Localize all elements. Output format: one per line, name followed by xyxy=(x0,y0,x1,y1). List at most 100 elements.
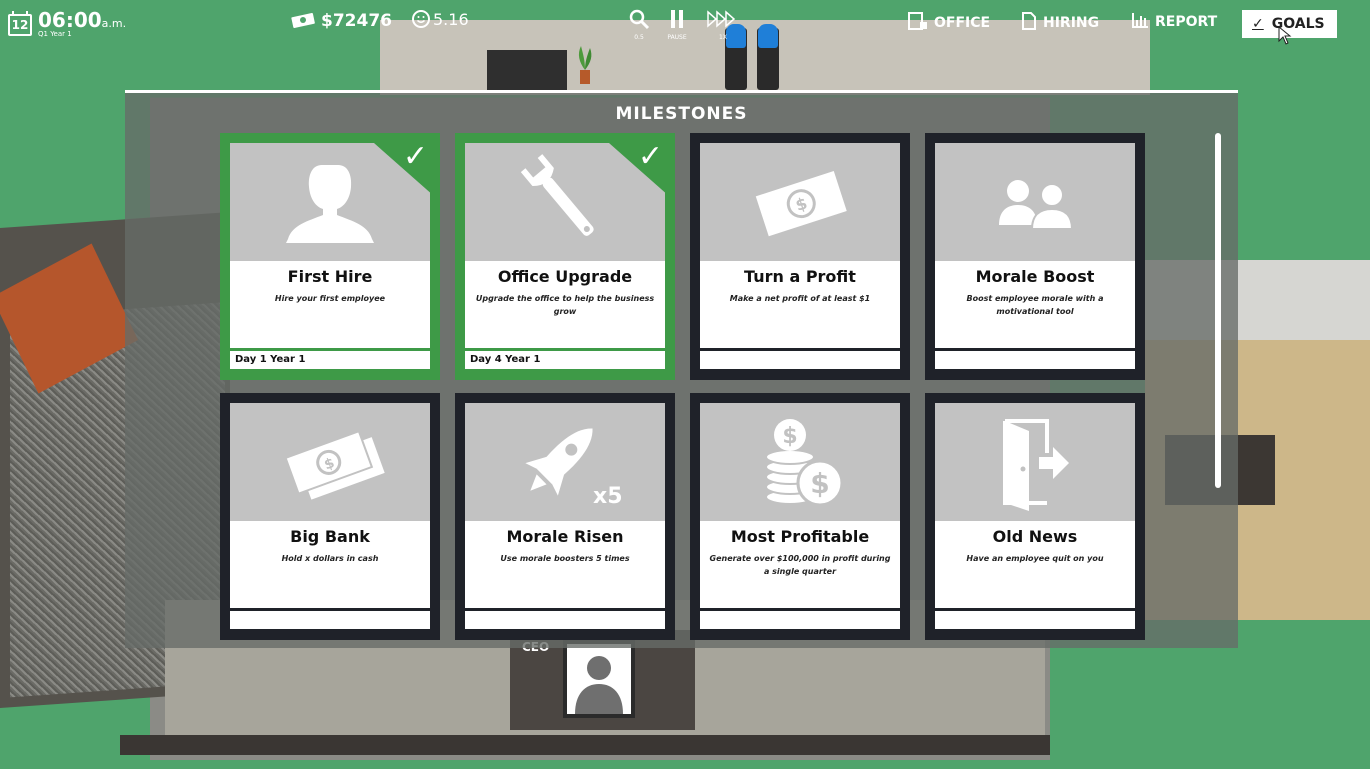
milestone-date xyxy=(935,611,1135,629)
pause-icon xyxy=(666,8,688,33)
milestone-date xyxy=(935,351,1135,369)
cash-display: $72476 xyxy=(290,11,392,31)
milestone-description: Generate over $100,000 in profit during … xyxy=(709,554,891,576)
scrollbar[interactable] xyxy=(1215,133,1221,488)
milestone-date xyxy=(465,611,665,629)
report-label: REPORT xyxy=(1155,14,1218,30)
office-icon xyxy=(908,12,928,31)
period-label: Q1 Year 1 xyxy=(38,30,72,38)
milestone-title: Most Profitable xyxy=(730,527,870,546)
rocket-badge: x5 xyxy=(593,484,623,509)
time-value: 06:00 xyxy=(38,8,102,32)
clock-time: 06:00a.m. xyxy=(38,8,126,32)
milestone-description: Hire your first employee xyxy=(274,294,386,303)
milestone-title: Big Bank xyxy=(290,527,370,546)
report-tab[interactable]: REPORT xyxy=(1131,12,1217,30)
person-silhouette-icon xyxy=(575,656,623,714)
office-label: OFFICE xyxy=(934,15,991,31)
mouse-cursor-icon xyxy=(1278,26,1292,45)
milestone-description: Use morale boosters 5 times xyxy=(500,554,630,563)
milestone-card[interactable]: $ Turn a Profit Make a net profit of at … xyxy=(690,133,910,380)
bar-chart-icon xyxy=(1131,12,1149,30)
smiley-icon xyxy=(412,10,430,28)
fast-forward-icon xyxy=(706,8,740,33)
milestone-card[interactable]: ✓ First Hire Hire your first employee Da… xyxy=(220,133,440,380)
milestone-title: Morale Risen xyxy=(506,527,624,546)
happiness-value: 5.16 xyxy=(433,10,469,29)
milestone-date: Day 1 Year 1 xyxy=(230,351,430,369)
office-tab[interactable]: OFFICE xyxy=(908,12,990,31)
milestone-date xyxy=(230,611,430,629)
person-icon xyxy=(286,165,374,243)
milestone-body: Old News Have an employee quit on you xyxy=(935,521,1135,608)
speed-button[interactable]: 1X xyxy=(706,8,740,43)
panel-title: MILESTONES xyxy=(615,104,748,124)
milestone-icon-area xyxy=(935,143,1135,261)
cash-icon xyxy=(291,13,315,28)
zoom-label: 0.5 xyxy=(634,34,644,41)
magnifier-icon xyxy=(628,8,650,33)
hiring-tab[interactable]: HIRING xyxy=(1021,12,1099,31)
day-number: 12 xyxy=(11,18,29,32)
milestone-title: Turn a Profit xyxy=(744,267,856,286)
milestone-title: Morale Boost xyxy=(975,267,1095,286)
dollar-bill-icon: $ xyxy=(755,171,847,237)
coin-stack-icon: $ $ xyxy=(765,419,844,507)
milestone-body: First Hire Hire your first employee xyxy=(230,261,430,348)
milestone-title: Office Upgrade xyxy=(497,267,633,286)
two-people-icon xyxy=(999,180,1074,230)
speed-label: 1X xyxy=(719,34,727,41)
milestone-date: Day 4 Year 1 xyxy=(465,351,665,369)
milestone-description: Hold x dollars in cash xyxy=(281,554,379,563)
milestone-icon-area xyxy=(465,143,665,261)
milestone-icon-area: $ xyxy=(700,143,900,261)
milestone-description: Boost employee morale with a motivationa… xyxy=(966,294,1104,316)
milestone-description: Have an employee quit on you xyxy=(966,554,1104,563)
filing-cabinet[interactable] xyxy=(487,50,567,92)
milestone-body: Morale Risen Use morale boosters 5 times xyxy=(465,521,665,608)
zoom-control[interactable]: 0.5 xyxy=(628,8,650,43)
completed-check-icon: ✓ xyxy=(637,139,663,174)
milestone-body: Turn a Profit Make a net profit of at le… xyxy=(700,261,900,348)
svg-text:$: $ xyxy=(810,467,829,500)
milestone-description: Make a net profit of at least $1 xyxy=(729,294,871,303)
money-stack-icon: $ xyxy=(284,429,385,500)
milestone-card[interactable]: $ Big Bank Hold x dollars in cash xyxy=(220,393,440,640)
milestone-body: Office Upgrade Upgrade the office to hel… xyxy=(465,261,665,348)
milestone-description: Upgrade the office to help the business … xyxy=(475,294,655,316)
milestone-card[interactable]: Old News Have an employee quit on you xyxy=(925,393,1145,640)
milestone-icon-area: $ xyxy=(230,403,430,521)
completed-check-icon: ✓ xyxy=(402,139,428,174)
happiness-display: 5.16 xyxy=(412,10,469,29)
wrench-icon xyxy=(520,154,594,236)
hiring-label: HIRING xyxy=(1043,15,1100,31)
milestone-card[interactable]: Morale Boost Boost employee morale with … xyxy=(925,133,1145,380)
pause-label: PAUSE xyxy=(667,34,687,41)
milestone-icon-area: $ $ xyxy=(700,403,900,521)
rocket-icon: x5 xyxy=(525,428,623,509)
goals-tab[interactable]: ✓ GOALS xyxy=(1242,10,1337,45)
milestone-body: Big Bank Hold x dollars in cash xyxy=(230,521,430,608)
svg-text:$: $ xyxy=(782,424,797,449)
milestone-date xyxy=(700,351,900,369)
milestone-title: Old News xyxy=(992,527,1078,546)
pause-button[interactable]: PAUSE xyxy=(666,8,688,43)
milestone-body: Most Profitable Generate over $100,000 i… xyxy=(700,521,900,608)
top-hud: 12 06:00a.m. Q1 Year 1 $72476 5.16 0.5 P… xyxy=(0,0,1370,50)
calendar-icon: 12 xyxy=(8,11,32,36)
office-front-wall xyxy=(120,735,1050,755)
milestones-panel: MILESTONES ✓ First Hire Hire your first … xyxy=(125,90,1238,648)
milestone-title: First Hire xyxy=(287,267,373,286)
milestone-icon-area xyxy=(230,143,430,261)
milestone-card[interactable]: ✓ Office Upgrade Upgrade the office to h… xyxy=(455,133,675,380)
milestone-card[interactable]: x5 Morale Risen Use morale boosters 5 ti… xyxy=(455,393,675,640)
milestone-icon-area xyxy=(935,403,1135,521)
ceo-portrait[interactable] xyxy=(563,640,635,718)
checkmark-icon: ✓ xyxy=(1252,16,1264,32)
milestone-card[interactable]: $ $ Most Profitable Generate over $100,0… xyxy=(690,393,910,640)
cash-value: $72476 xyxy=(321,11,392,31)
milestone-body: Morale Boost Boost employee morale with … xyxy=(935,261,1135,348)
document-icon xyxy=(1021,12,1037,31)
milestone-icon-area: x5 xyxy=(465,403,665,521)
exit-door-icon xyxy=(1003,419,1069,511)
